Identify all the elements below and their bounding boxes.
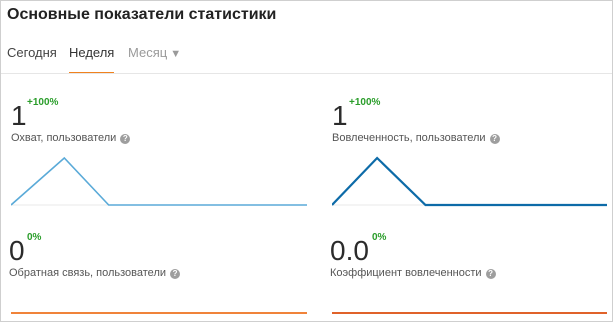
tab-month-label: Месяц	[128, 45, 168, 60]
sparkline-reach-line	[11, 156, 307, 206]
metric-engagement-delta: +100%	[349, 97, 381, 108]
tabs-divider	[1, 73, 612, 74]
tab-month[interactable]: Месяц ▼	[128, 42, 181, 74]
metric-engagement-rate-label: Коэффициент вовлеченности	[330, 267, 482, 279]
metric-feedback-label-row: Обратная связь, пользователи?	[9, 267, 181, 279]
tab-week[interactable]: Неделя	[69, 42, 115, 74]
panel-title: Основные показатели статистики	[7, 6, 277, 23]
help-icon[interactable]: ?	[489, 134, 500, 144]
sparkline-reach	[11, 156, 307, 206]
metric-feedback-delta: 0%	[27, 232, 42, 243]
metric-engagement-value: 1	[332, 100, 348, 131]
metric-engagement-rate-label-row: Коэффициент вовлеченности?	[330, 267, 496, 279]
tab-today[interactable]: Сегодня	[7, 42, 57, 74]
sparkline-engagement-rate	[332, 312, 607, 314]
metric-reach-value: 1	[11, 100, 27, 131]
metric-engagement-rate-delta: 0%	[372, 232, 387, 243]
sparkline-engagement-line	[332, 156, 607, 207]
statistics-panel: Основные показатели статистики Сегодня Н…	[0, 0, 613, 322]
metric-feedback-label: Обратная связь, пользователи	[9, 267, 167, 279]
help-icon[interactable]: ?	[485, 269, 496, 279]
chevron-down-icon: ▼	[170, 48, 182, 60]
help-icon[interactable]: ?	[170, 269, 181, 279]
metric-engagement-label: Вовлеченность, пользователи	[332, 132, 486, 144]
sparkline-feedback	[11, 312, 307, 314]
metric-reach-label: Охват, пользователи	[11, 132, 117, 144]
metric-feedback-value: 0	[9, 235, 25, 266]
period-tabs: Сегодня Неделя Месяц ▼	[1, 42, 612, 74]
metric-reach-label-row: Охват, пользователи?	[11, 132, 131, 144]
tab-today-label: Сегодня	[7, 45, 57, 60]
sparkline-engagement	[332, 156, 607, 207]
metric-engagement-rate-value: 0.0	[330, 235, 369, 266]
metric-reach-delta: +100%	[27, 97, 59, 108]
metric-engagement-label-row: Вовлеченность, пользователи?	[332, 132, 500, 144]
help-icon[interactable]: ?	[120, 134, 131, 144]
tab-week-label: Неделя	[69, 45, 115, 60]
